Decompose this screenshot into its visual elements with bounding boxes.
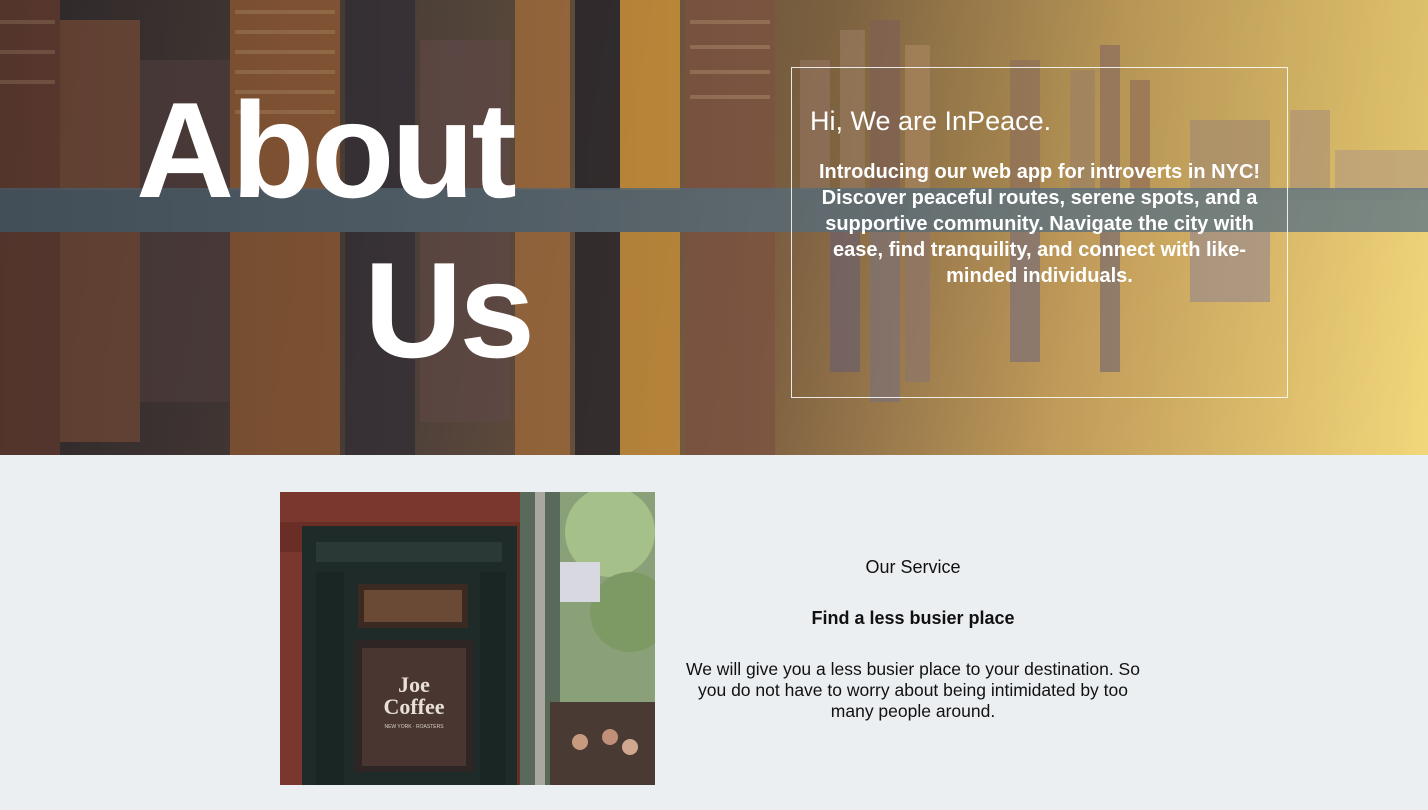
hero-banner: About Us Hi, We are InPeace. Introducing…	[0, 0, 1428, 455]
intro-paragraph: Introducing our web app for introverts i…	[818, 161, 1261, 287]
coffee-shop-photo: Joe Coffee NEW YORK · ROASTERS	[280, 492, 655, 785]
svg-text:NEW YORK · ROASTERS: NEW YORK · ROASTERS	[384, 724, 444, 730]
service-description: We will give you a less busier place to …	[686, 659, 1140, 721]
intro-card: Hi, We are InPeace. Introducing our web …	[791, 67, 1288, 398]
svg-text:Coffee: Coffee	[383, 694, 444, 719]
coffee-shop-illustration: Joe Coffee NEW YORK · ROASTERS	[280, 492, 655, 785]
service-title: Find a less busier place	[811, 608, 1015, 628]
about-us-title: About Us	[132, 70, 552, 390]
intro-heading: Hi, We are InPeace.	[810, 106, 1052, 136]
service-label: Our Service	[865, 557, 961, 577]
about-title-line2: Us	[364, 234, 535, 386]
about-title-line1: About	[136, 74, 517, 226]
service-section: Joe Coffee NEW YORK · ROASTERS Our Servi…	[0, 455, 1428, 810]
